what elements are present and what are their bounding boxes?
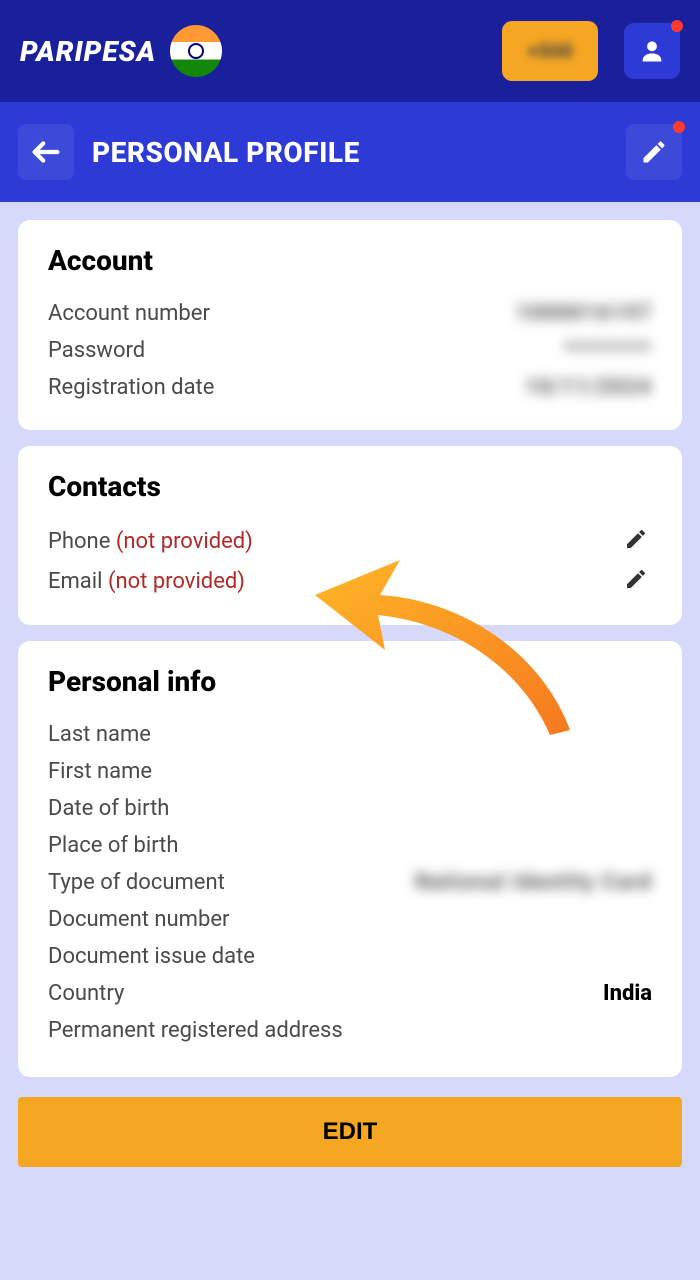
phone-label: Phone (not provided) xyxy=(48,529,253,554)
password-label: Password xyxy=(48,338,145,363)
profile-button[interactable] xyxy=(624,23,680,79)
email-not-provided: (not provided) xyxy=(108,569,245,594)
dob-label: Date of birth xyxy=(48,796,169,821)
brand-logo: PARIPESA xyxy=(20,35,156,68)
doc-number-label: Document number xyxy=(48,907,229,932)
country-flag-india[interactable] xyxy=(170,25,222,77)
back-button[interactable] xyxy=(18,124,74,180)
row-doc-number: Document number xyxy=(48,901,652,938)
doc-type-value: National Identity Card xyxy=(415,870,652,895)
row-password: Password ******** xyxy=(48,332,652,369)
personal-heading: Personal info xyxy=(48,665,652,698)
contacts-card: Contacts Phone (not provided) Email (not… xyxy=(18,446,682,625)
email-label: Email (not provided) xyxy=(48,569,245,594)
page-title: PERSONAL PROFILE xyxy=(92,136,360,169)
first-name-label: First name xyxy=(48,759,152,784)
edit-email-button[interactable] xyxy=(624,567,652,595)
pencil-icon xyxy=(624,567,648,591)
contacts-heading: Contacts xyxy=(48,470,652,503)
account-number-value: 1000016197 xyxy=(516,301,652,326)
country-label: Country xyxy=(48,981,124,1006)
doc-issue-label: Document issue date xyxy=(48,944,255,969)
row-phone: Phone (not provided) xyxy=(48,521,652,561)
arrow-left-icon xyxy=(29,135,63,169)
registration-date-label: Registration date xyxy=(48,375,214,400)
pob-label: Place of birth xyxy=(48,833,179,858)
pencil-icon xyxy=(640,138,668,166)
row-doc-issue: Document issue date xyxy=(48,938,652,975)
row-last-name: Last name xyxy=(48,716,652,753)
deposit-button[interactable]: +500 xyxy=(502,21,598,81)
personal-info-card: Personal info Last name First name Date … xyxy=(18,641,682,1077)
row-country: Country India xyxy=(48,975,652,1012)
password-value: ******** xyxy=(564,338,652,363)
page-header: PERSONAL PROFILE xyxy=(0,102,700,202)
row-pob: Place of birth xyxy=(48,827,652,864)
user-icon xyxy=(638,37,666,65)
account-heading: Account xyxy=(48,244,652,277)
row-email: Email (not provided) xyxy=(48,561,652,601)
phone-not-provided: (not provided) xyxy=(116,529,253,554)
notification-dot xyxy=(671,20,683,32)
notification-dot xyxy=(673,121,685,133)
edit-phone-button[interactable] xyxy=(624,527,652,555)
row-doc-type: Type of document National Identity Card xyxy=(48,864,652,901)
registration-date-value: 10/11/2024 xyxy=(525,375,652,400)
deposit-amount: +500 xyxy=(527,39,572,63)
account-number-label: Account number xyxy=(48,301,210,326)
country-value: India xyxy=(603,981,652,1006)
row-registration-date: Registration date 10/11/2024 xyxy=(48,369,652,406)
row-dob: Date of birth xyxy=(48,790,652,827)
doc-type-label: Type of document xyxy=(48,870,225,895)
edit-button[interactable]: EDIT xyxy=(18,1097,682,1167)
row-first-name: First name xyxy=(48,753,652,790)
pencil-icon xyxy=(624,527,648,551)
account-card: Account Account number 1000016197 Passwo… xyxy=(18,220,682,430)
row-address: Permanent registered address xyxy=(48,1012,652,1049)
last-name-label: Last name xyxy=(48,722,151,747)
top-bar: PARIPESA +500 xyxy=(0,0,700,102)
address-label: Permanent registered address xyxy=(48,1018,343,1043)
content-area: Account Account number 1000016197 Passwo… xyxy=(0,202,700,1095)
edit-header-button[interactable] xyxy=(626,124,682,180)
row-account-number: Account number 1000016197 xyxy=(48,295,652,332)
